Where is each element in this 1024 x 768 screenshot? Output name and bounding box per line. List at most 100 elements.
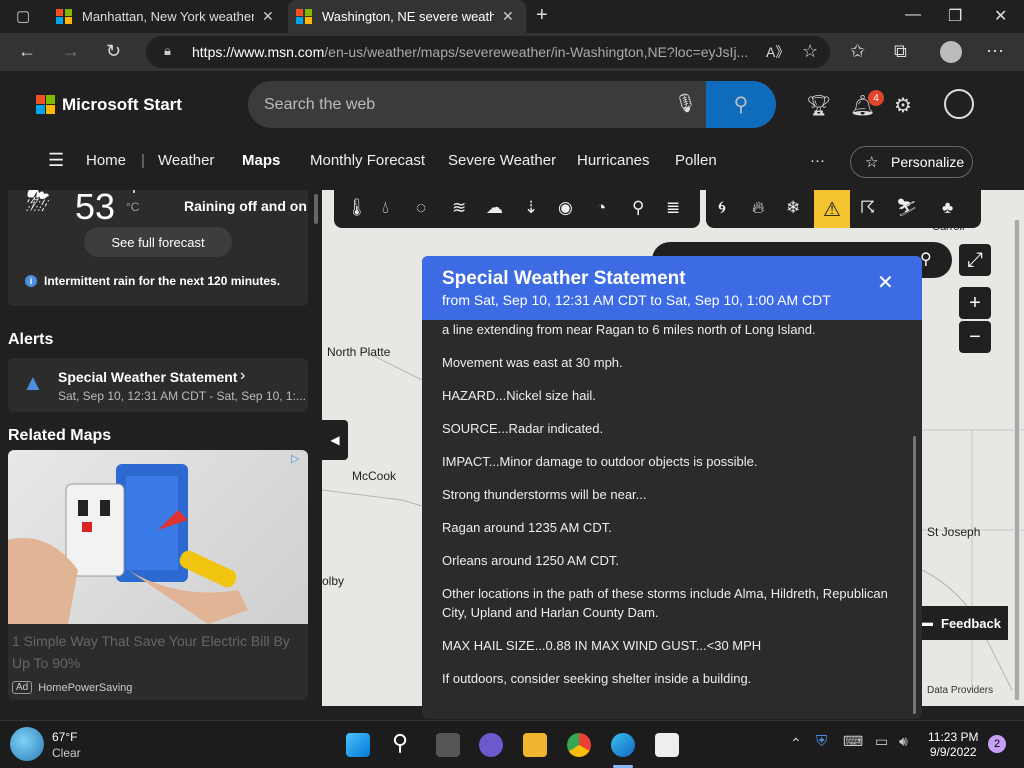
close-tab-icon[interactable]: ✕	[502, 8, 514, 25]
winter-storm-icon[interactable]: ❄	[786, 198, 800, 218]
chrome-icon[interactable]	[567, 733, 591, 757]
add-favorite-icon[interactable]: ☆	[802, 41, 818, 62]
dew-point-icon[interactable]: ⚲	[632, 198, 644, 218]
more-options-icon[interactable]: ⋯	[986, 41, 1004, 62]
see-full-forecast-button[interactable]: See full forecast	[84, 227, 232, 257]
task-view-icon[interactable]	[436, 733, 460, 757]
tab-washington-severe-weather[interactable]: Washington, NE severe weather ✕	[288, 0, 526, 33]
refresh-icon[interactable]: ↻	[106, 41, 121, 62]
city-colby: olby	[322, 574, 345, 588]
restore-icon[interactable]: ❐	[948, 6, 962, 26]
notification-center-badge[interactable]: 2	[988, 735, 1006, 753]
page-scrollbar[interactable]	[1014, 220, 1020, 700]
page-scrollbar-thumb[interactable]	[1015, 220, 1019, 700]
search-button[interactable]: ⚲	[706, 81, 776, 128]
store-icon[interactable]	[655, 733, 679, 757]
new-tab-button[interactable]: +	[536, 4, 548, 27]
rewards-icon[interactable]: 🏆︎	[806, 93, 831, 118]
precipitation-icon[interactable]: 💧︎	[382, 198, 389, 218]
alert-paragraph: Movement was east at 30 mph.	[442, 355, 623, 370]
close-icon[interactable]: ✕	[877, 270, 894, 295]
weather-widget-icon[interactable]	[10, 727, 44, 761]
unit-celsius[interactable]: °C	[126, 200, 139, 214]
account-icon[interactable]	[944, 89, 974, 119]
nav-hurricanes[interactable]: Hurricanes	[577, 152, 650, 169]
tab-manhattan-weather[interactable]: Manhattan, New York weather fo ✕	[46, 0, 286, 33]
unit-fahrenheit[interactable]: °F	[126, 190, 141, 197]
microsoft-start-logo[interactable]: Microsoft Start	[36, 95, 182, 115]
dialog-time-range: from Sat, Sep 10, 12:31 AM CDT to Sat, S…	[442, 292, 831, 308]
taskbar-condition[interactable]: Clear	[52, 746, 81, 760]
alert-paragraph: IMPACT...Minor damage to outdoor objects…	[442, 454, 758, 469]
menu-hamburger-icon[interactable]: ☰	[48, 150, 64, 171]
personalize-button[interactable]: ☆ Personalize	[850, 146, 973, 178]
search-input[interactable]: Search the web 🎙︎ ⚲	[248, 81, 776, 128]
zoom-out-button[interactable]: −	[959, 321, 991, 353]
read-aloud-icon[interactable]: A》	[766, 42, 789, 62]
data-providers-link[interactable]: Data Providers	[927, 685, 993, 696]
collections-icon[interactable]: ⧉	[894, 41, 907, 62]
ad-source-name: HomePowerSaving	[38, 681, 133, 694]
microphone-icon[interactable]: 🎙︎	[674, 93, 697, 114]
profile-avatar[interactable]	[940, 41, 962, 63]
feedback-label: Feedback	[941, 615, 1001, 631]
nav-monthly-forecast[interactable]: Monthly Forecast	[310, 152, 425, 169]
forward-icon[interactable]: →	[62, 41, 80, 62]
air-quality-icon[interactable]: ≣	[666, 198, 680, 218]
temperature-icon[interactable]: 🌡︎	[346, 198, 368, 218]
sparkle-icon: ☆	[865, 154, 879, 171]
keyboard-icon[interactable]: ⌨	[843, 733, 863, 750]
hurricane-icon[interactable]: 🌀︎	[718, 198, 726, 218]
close-window-icon[interactable]: ✕	[994, 6, 1007, 26]
related-maps-heading: Related Maps	[8, 427, 112, 444]
radar-icon[interactable]: ◌	[416, 198, 426, 218]
wind-icon[interactable]: ≋	[452, 198, 466, 218]
collapse-panel-button[interactable]: ◀	[322, 420, 348, 460]
nav-weather[interactable]: Weather	[158, 152, 214, 169]
start-button-icon[interactable]	[346, 733, 370, 757]
nav-more-button[interactable]: ···	[810, 152, 825, 169]
current-temperature: 53	[75, 190, 116, 227]
tab-title: Manhattan, New York weather fo	[82, 9, 254, 24]
nav-maps[interactable]: Maps	[242, 152, 280, 169]
hidden-icons-icon[interactable]: ⌃	[790, 735, 802, 752]
pollen-tree-icon[interactable]: ♣	[942, 198, 953, 218]
wildfire-icon[interactable]: 🔥︎	[752, 198, 764, 218]
nav-home[interactable]: Home	[86, 152, 126, 169]
severe-warning-icon[interactable]: ⚠	[814, 190, 850, 228]
visibility-icon[interactable]: ◉	[558, 198, 573, 218]
dialog-scrollbar[interactable]	[913, 436, 916, 714]
settings-gear-icon[interactable]: ⚙	[894, 93, 912, 118]
alert-paragraph: Ragan around 1235 AM CDT.	[442, 520, 612, 535]
zoom-in-button[interactable]: +	[959, 287, 991, 319]
left-panel-scrollbar[interactable]	[314, 194, 318, 224]
address-bar[interactable]: 🔒︎ https://www.msn.com/en-us/weather/map…	[146, 36, 830, 68]
system-clock[interactable]: 11:23 PM 9/9/2022	[928, 730, 978, 760]
city-st-joseph: St Joseph	[927, 525, 981, 539]
adchoices-icon[interactable]: ▷	[291, 452, 299, 465]
minimize-icon[interactable]: —	[905, 6, 921, 24]
nav-pollen[interactable]: Pollen	[675, 152, 717, 169]
volume-icon[interactable]: 🔊︎	[899, 733, 908, 750]
taskbar-temperature[interactable]: 67°F	[52, 730, 77, 744]
humidity-icon[interactable]: ⇣	[524, 198, 538, 218]
edge-icon[interactable]	[611, 733, 635, 757]
teams-chat-icon[interactable]	[479, 733, 503, 757]
ski-icon[interactable]: ⛷	[896, 198, 918, 218]
feedback-button[interactable]: ▬ Feedback	[908, 606, 1008, 640]
close-tab-icon[interactable]: ✕	[262, 8, 274, 25]
alert-item[interactable]: ▲ Special Weather Statement › Sat, Sep 1…	[8, 358, 308, 412]
nav-severe-weather[interactable]: Severe Weather	[448, 152, 556, 169]
tab-actions-icon[interactable]: ▢	[16, 7, 30, 25]
fullscreen-icon[interactable]: ⤢	[959, 244, 991, 276]
pressure-icon[interactable]: ◔	[596, 198, 606, 218]
file-explorer-icon[interactable]	[523, 733, 547, 757]
ad-card[interactable]: ▷ 1 Simple Way That Save Your Electric B…	[8, 450, 308, 700]
lightning-icon[interactable]: ☈	[860, 198, 875, 218]
back-icon[interactable]: ←	[18, 41, 36, 62]
search-icon[interactable]: ⚲	[392, 730, 408, 756]
favorites-icon[interactable]: ✩	[850, 41, 865, 62]
cloud-icon[interactable]: ☁︎	[486, 198, 503, 218]
security-shield-icon[interactable]: ⛨	[816, 733, 827, 750]
network-icon[interactable]: ▭	[875, 733, 888, 750]
